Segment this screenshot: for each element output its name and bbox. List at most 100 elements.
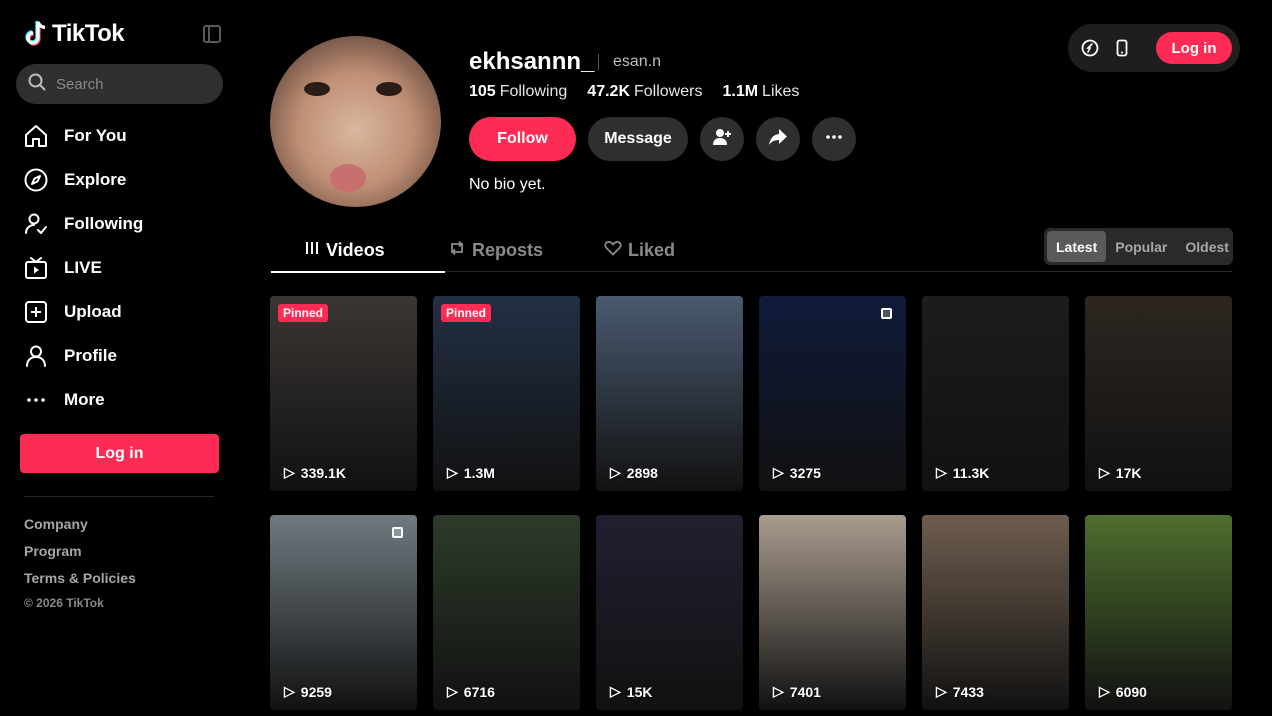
nav-label: More <box>64 390 105 409</box>
phone-icon[interactable] <box>1112 38 1132 58</box>
sort-popular[interactable]: Popular <box>1106 231 1176 262</box>
tab-label: Videos <box>326 239 385 260</box>
heart-icon <box>604 240 622 261</box>
stat-likes: 1.1M Likes <box>722 83 800 100</box>
add-user-icon <box>711 126 733 153</box>
play-icon: ▷ <box>610 464 621 480</box>
tab-label: Liked <box>628 239 676 260</box>
video-card[interactable]: ▷ 2898 <box>596 296 743 491</box>
nav-more[interactable]: More <box>22 378 143 422</box>
tab-reposts[interactable]: Reposts <box>448 228 543 272</box>
ellipsis-icon <box>823 126 845 153</box>
view-count: ▷ 11.3K <box>936 464 990 481</box>
follow-button[interactable]: Follow <box>469 117 576 161</box>
footer-link-program[interactable]: Program <box>24 541 136 568</box>
view-count: ▷ 7433 <box>936 683 984 700</box>
video-card[interactable]: Pinned ▷ 1.3M <box>433 296 580 491</box>
message-button[interactable]: Message <box>588 117 688 161</box>
tab-liked[interactable]: Liked <box>604 228 675 272</box>
photo-carousel-icon <box>881 308 892 319</box>
brand-name: TikTok <box>52 20 125 47</box>
video-card[interactable]: ▷ 15K <box>596 515 743 710</box>
avatar[interactable] <box>270 36 441 207</box>
bio: No bio yet. <box>469 176 546 193</box>
stat-following[interactable]: 105 Following <box>469 83 567 101</box>
nav-explore[interactable]: Explore <box>22 158 143 202</box>
repost-icon <box>448 240 466 261</box>
home-icon <box>22 122 50 150</box>
nav-label: Upload <box>64 302 122 321</box>
nav-label: Following <box>64 214 144 233</box>
view-count: ▷ 7401 <box>773 683 821 700</box>
share-button[interactable] <box>756 117 800 161</box>
profile-actions: Follow Message <box>469 117 856 161</box>
footer-link-company[interactable]: Company <box>24 514 136 541</box>
more-options-button[interactable] <box>812 117 856 161</box>
play-icon: ▷ <box>773 683 784 699</box>
play-icon: ▷ <box>936 683 947 699</box>
copyright: © 2026 TikTok <box>24 596 104 610</box>
nav-following[interactable]: Following <box>22 202 143 246</box>
nickname: esan.n <box>613 53 662 70</box>
photo-carousel-icon <box>392 527 403 538</box>
search-input[interactable] <box>56 75 206 93</box>
top-login-button[interactable]: Log in <box>1156 32 1232 64</box>
play-icon: ▷ <box>610 683 621 699</box>
play-icon: ▷ <box>284 683 295 699</box>
view-count: ▷ 1.3M <box>447 464 495 481</box>
video-card[interactable]: ▷ 17K <box>1085 296 1232 491</box>
nav-for-you[interactable]: For You <box>22 114 143 158</box>
video-card[interactable]: ▷ 6090 <box>1085 515 1232 710</box>
nav-upload[interactable]: Upload <box>22 290 143 334</box>
nav-label: Explore <box>64 170 127 189</box>
view-count: ▷ 9259 <box>284 683 332 700</box>
profile-stats: 105 Following 47.2K Followers 1.1M Likes <box>469 83 799 101</box>
grid-lines-icon <box>304 240 320 261</box>
sidebar: TikTok For You Explore Following <box>0 0 240 716</box>
play-icon: ▷ <box>284 464 295 480</box>
video-card[interactable]: ▷ 7401 <box>759 515 906 710</box>
play-icon: ▷ <box>1099 464 1110 480</box>
tab-videos[interactable]: Videos <box>271 228 445 273</box>
coins-icon[interactable] <box>1080 38 1100 58</box>
play-icon: ▷ <box>1099 683 1110 699</box>
tab-label: Reposts <box>472 239 544 260</box>
compass-icon <box>22 166 50 194</box>
add-friend-button[interactable] <box>700 117 744 161</box>
stat-followers[interactable]: 47.2K Followers <box>587 83 702 101</box>
video-card[interactable]: Pinned ▷ 339.1K <box>270 296 417 491</box>
top-actions: Log in <box>1068 24 1240 72</box>
avatar-mouth <box>330 164 366 192</box>
sort-oldest[interactable]: Oldest <box>1176 231 1238 262</box>
video-grid: Pinned ▷ 339.1K Pinned ▷ 1.3M ▷ 2898 ▷ 3275 … <box>270 296 1232 710</box>
avatar-eye <box>304 82 330 96</box>
sort-latest[interactable]: Latest <box>1047 231 1107 262</box>
play-icon: ▷ <box>447 683 458 699</box>
share-icon <box>767 126 789 153</box>
footer-link-terms[interactable]: Terms & Policies <box>24 568 136 595</box>
search-icon <box>28 73 46 96</box>
pinned-badge: Pinned <box>441 304 492 322</box>
nav-profile[interactable]: Profile <box>22 334 143 378</box>
video-card[interactable]: ▷ 3275 <box>759 296 906 491</box>
video-card[interactable]: ▷ 6716 <box>433 515 580 710</box>
video-card[interactable]: ▷ 7433 <box>922 515 1069 710</box>
tiktok-note-icon <box>24 20 48 48</box>
main-nav: For You Explore Following LIVE Upload Pr… <box>22 114 143 422</box>
live-tv-icon <box>22 254 50 282</box>
play-icon: ▷ <box>936 464 947 480</box>
search-box[interactable] <box>16 64 223 104</box>
tiktok-logo[interactable]: TikTok <box>24 20 125 48</box>
view-count: ▷ 6716 <box>447 683 495 700</box>
nav-live[interactable]: LIVE <box>22 246 143 290</box>
video-card[interactable]: ▷ 11.3K <box>922 296 1069 491</box>
collapse-sidebar-icon[interactable] <box>203 25 221 43</box>
nav-label: LIVE <box>64 258 102 277</box>
video-card[interactable]: ▷ 9259 <box>270 515 417 710</box>
footer-links: Company Program Terms & Policies © 2026 … <box>24 514 136 611</box>
username: ekhsannn_ <box>469 48 595 75</box>
sidebar-login-button[interactable]: Log in <box>20 434 219 473</box>
view-count: ▷ 6090 <box>1099 683 1147 700</box>
nav-label: For You <box>64 126 127 145</box>
view-count: ▷ 3275 <box>773 464 821 481</box>
